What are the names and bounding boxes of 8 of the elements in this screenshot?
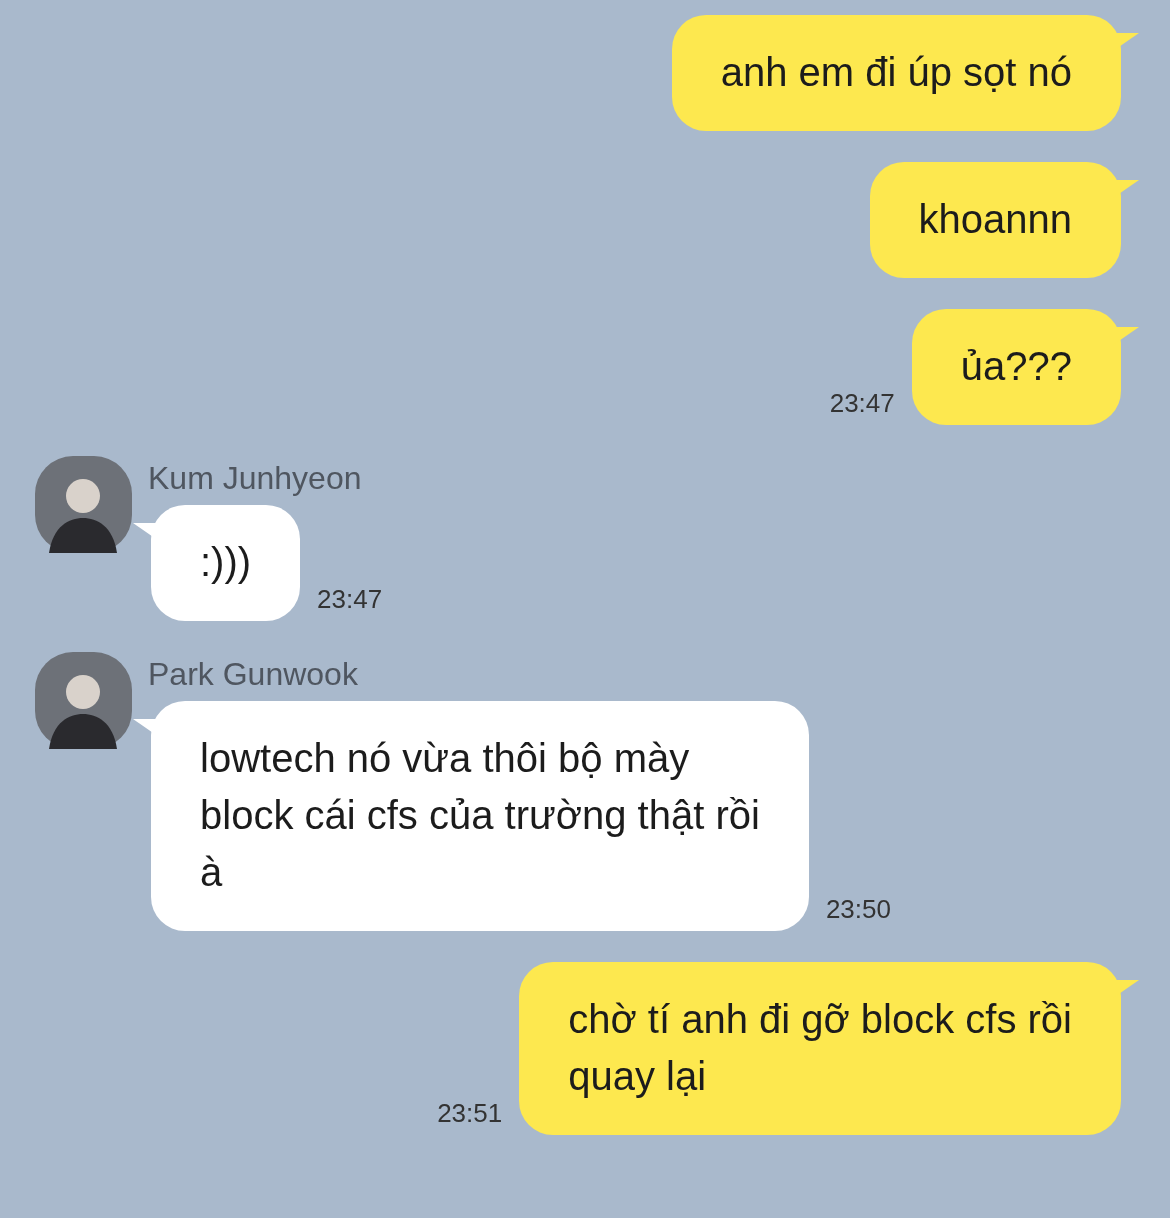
avatar-icon[interactable] — [35, 652, 132, 749]
avatar-icon[interactable] — [35, 456, 132, 553]
message-time: 23:47 — [829, 388, 895, 419]
message-time: 23:47 — [317, 584, 383, 615]
sender-name: Kum Junhyeon — [148, 459, 363, 498]
message-time: 23:51 — [437, 1098, 503, 1129]
sender-name: Park Gunwook — [148, 655, 359, 694]
message-time: 23:50 — [825, 894, 891, 925]
